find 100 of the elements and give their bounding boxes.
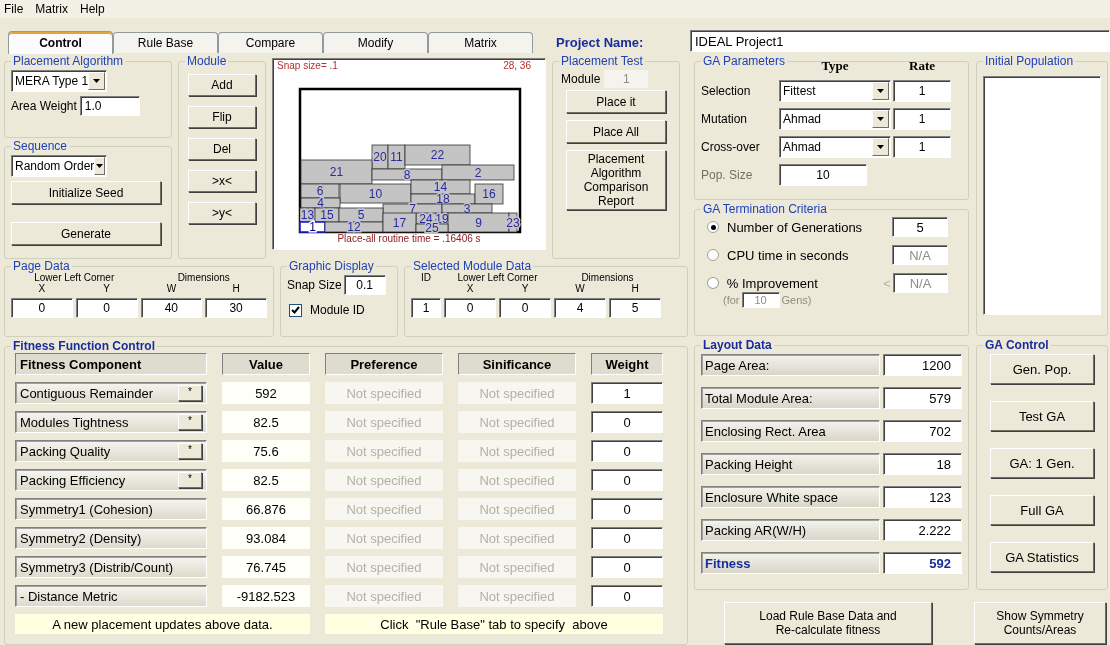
module-button[interactable]: Del	[188, 138, 256, 160]
ga-button[interactable]: GA: 1 Gen.	[990, 448, 1094, 478]
menu-item[interactable]: Help	[80, 2, 105, 16]
module-data-field[interactable]: 1	[411, 298, 441, 318]
option-label: CPU time in seconds	[727, 247, 850, 263]
weight-field[interactable]: 0	[591, 411, 663, 433]
value-cell: 66.876	[222, 498, 310, 520]
metric-label: Fitness	[701, 552, 881, 574]
toggle-button[interactable]: *	[178, 385, 202, 401]
module-data-field[interactable]: 0	[444, 298, 496, 318]
radio-button[interactable]	[707, 221, 719, 233]
menu-item[interactable]: File	[4, 2, 24, 16]
symmetry-button[interactable]: Show Symmetry Counts/Areas	[974, 602, 1106, 644]
significance-cell: Not specified	[458, 585, 576, 607]
module-data-field[interactable]: 0	[499, 298, 551, 318]
ga-button[interactable]: Full GA	[990, 495, 1094, 525]
place-button[interactable]: Place it	[566, 90, 666, 113]
module-block: 11	[387, 144, 406, 170]
tab[interactable]: Modify	[323, 32, 428, 53]
component-label: Packing Efficiency	[20, 472, 126, 488]
metric-value: 592	[883, 552, 962, 574]
cursor-position: 28, 36	[503, 60, 531, 73]
criterion-field[interactable]: 5	[892, 217, 948, 237]
page-data-field[interactable]: 30	[205, 298, 267, 318]
caret-icon	[96, 164, 104, 168]
recalculate-button[interactable]: Load Rule Base Data and Re-calculate fitness	[724, 602, 932, 644]
ga-button[interactable]: Gen. Pop.	[990, 354, 1094, 384]
radio-button[interactable]	[707, 277, 719, 289]
module-button[interactable]: Flip	[188, 106, 256, 128]
weight-field[interactable]: 0	[591, 556, 663, 578]
menu-item[interactable]: Matrix	[35, 2, 68, 16]
axis-label: H	[231, 284, 241, 294]
tab[interactable]: Control	[8, 31, 113, 54]
type-dropdown[interactable]: Ahmad	[779, 108, 891, 130]
generate-button[interactable]: Generate	[11, 222, 161, 245]
ga-button[interactable]: GA Statistics	[990, 542, 1094, 572]
tab[interactable]: Rule Base	[113, 32, 218, 53]
module-data-field[interactable]: 4	[554, 298, 606, 318]
type-dropdown[interactable]: Fittest	[779, 80, 891, 102]
module-block: 6	[300, 183, 340, 199]
axis-label: Y	[520, 284, 530, 294]
rate-field[interactable]: 1	[893, 108, 951, 130]
tab[interactable]: Compare	[218, 32, 323, 53]
module-block: 5	[338, 207, 384, 223]
toggle-button[interactable]: *	[178, 443, 202, 459]
pop-size-field[interactable]: 10	[779, 164, 867, 186]
toggle-button[interactable]: *	[178, 472, 202, 488]
option-label: Number of Generations	[727, 219, 864, 235]
checkbox[interactable]	[289, 303, 302, 317]
group-title: Initial Population	[984, 54, 1075, 68]
toggle-button[interactable]: *	[178, 414, 202, 430]
metric-value: 18	[883, 453, 962, 475]
place-button[interactable]: Place All	[566, 120, 666, 143]
metric-label: Enclosing Rect. Area	[701, 420, 881, 442]
module-button[interactable]: >y<	[188, 202, 256, 224]
value-cell: -9182.523	[222, 585, 310, 607]
preference-cell: Not specified	[325, 469, 443, 491]
significance-cell: Not specified	[458, 556, 576, 578]
value-cell: 82.5	[222, 411, 310, 433]
group-title: GA Termination Criteria	[702, 202, 828, 216]
hint-text: Click "Rule Base" tab to specify above	[325, 614, 663, 634]
weight-field[interactable]: 0	[591, 585, 663, 607]
component-label: Packing Quality	[20, 443, 111, 459]
page-data-field[interactable]: 40	[140, 298, 203, 318]
rate-field[interactable]: 1	[893, 136, 951, 158]
weight-field[interactable]: 1	[591, 382, 663, 404]
weight-field[interactable]: 0	[591, 498, 663, 520]
snap-size-text: Snap size= .1	[277, 60, 338, 73]
weight-field[interactable]: 0	[591, 527, 663, 549]
algorithm-dropdown[interactable]: MERA Type 1	[11, 70, 107, 92]
page-data-field[interactable]: 0	[75, 298, 138, 318]
radio-button[interactable]	[707, 249, 719, 261]
tab[interactable]: Matrix	[428, 32, 533, 53]
initialize-seed-button[interactable]: Initialize Seed	[11, 181, 161, 204]
weight-field[interactable]: 0	[591, 469, 663, 491]
page-data-field[interactable]: 0	[11, 298, 73, 318]
weight-field[interactable]: 0	[591, 440, 663, 462]
group-title: Sequence	[12, 139, 69, 153]
sequence-dropdown[interactable]: Random Order	[11, 155, 107, 177]
caret-icon	[877, 145, 884, 149]
area-weight-field[interactable]: 1.0	[79, 96, 140, 116]
group-title: Module	[186, 54, 228, 68]
module-block: 8	[371, 167, 443, 182]
snap-size-field[interactable]: 0.1	[343, 275, 386, 295]
significance-cell: Not specified	[458, 382, 576, 404]
routine-time-text: Place-all routine time = .16406 s	[336, 233, 482, 244]
preference-cell: Not specified	[325, 556, 443, 578]
rate-field[interactable]: 1	[893, 80, 951, 102]
group-title: Graphic Display	[288, 259, 375, 273]
module-button[interactable]: Add	[188, 74, 256, 96]
type-dropdown[interactable]: Ahmad	[779, 136, 891, 158]
module-button[interactable]: >x<	[188, 170, 256, 192]
metric-value: 2.222	[883, 519, 962, 541]
ga-button[interactable]: Test GA	[990, 401, 1094, 431]
population-list[interactable]	[983, 76, 1101, 315]
significance-cell: Not specified	[458, 440, 576, 462]
comparison-report-button[interactable]: Placement Algorithm Comparison Report	[566, 150, 666, 210]
module-data-field[interactable]: 5	[609, 298, 661, 318]
project-name-field[interactable]: IDEAL Project1	[690, 30, 1110, 52]
component-label: Contiguous Remainder	[20, 385, 153, 401]
